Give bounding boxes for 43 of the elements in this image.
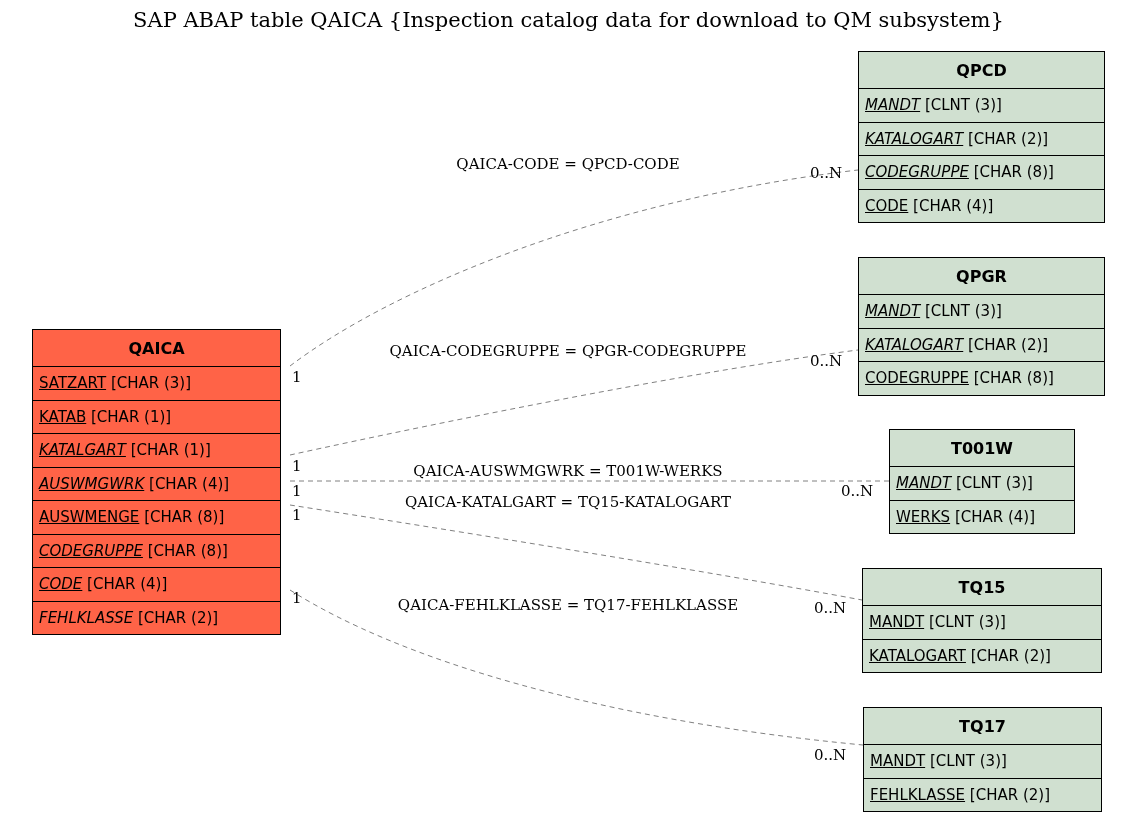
relation-label: QAICA-FEHLKLASSE = TQ17-FEHLKLASSE bbox=[397, 596, 739, 614]
cardinality-label: 1 bbox=[292, 589, 302, 607]
field-label: CODEGRUPPE [CHAR (8)] bbox=[865, 369, 1054, 388]
field-label: CODEGRUPPE [CHAR (8)] bbox=[865, 163, 1054, 182]
cardinality-label: 0..N bbox=[809, 352, 843, 370]
cardinality-label: 1 bbox=[292, 457, 302, 475]
field-label: CODE [CHAR (4)] bbox=[39, 575, 168, 594]
field-label: KATALGART [CHAR (1)] bbox=[39, 441, 211, 460]
field-label: MANDT [CLNT (3)] bbox=[865, 96, 1002, 115]
relation-label: QAICA-KATALGART = TQ15-KATALOGART bbox=[404, 493, 732, 511]
cardinality-label: 1 bbox=[292, 368, 302, 386]
field-label: SATZART [CHAR (3)] bbox=[39, 374, 192, 393]
cardinality-label: 0..N bbox=[813, 599, 847, 617]
table-name: T001W bbox=[890, 430, 1074, 467]
field-label: FEHLKLASSE [CHAR (2)] bbox=[39, 608, 219, 627]
field-label: MANDT [CLNT (3)] bbox=[896, 474, 1033, 493]
field-label: AUSWMENGE [CHAR (8)] bbox=[39, 508, 225, 527]
table-name: TQ17 bbox=[864, 708, 1101, 745]
table-name: TQ15 bbox=[863, 569, 1101, 606]
field-label: MANDT [CLNT (3)] bbox=[870, 752, 1007, 771]
field-label: FEHLKLASSE [CHAR (2)] bbox=[870, 785, 1050, 804]
cardinality-label: 0..N bbox=[809, 164, 843, 182]
table-name: QAICA bbox=[33, 330, 280, 367]
field-label: KATALOGART [CHAR (2)] bbox=[869, 646, 1051, 665]
field-label: MANDT [CLNT (3)] bbox=[869, 613, 1006, 632]
relation-label: QAICA-AUSWMGWRK = T001W-WERKS bbox=[413, 462, 723, 480]
field-label: WERKS [CHAR (4)] bbox=[896, 507, 1036, 526]
table-name: QPGR bbox=[859, 258, 1104, 295]
relation-label: QAICA-CODE = QPCD-CODE bbox=[456, 155, 680, 173]
relation-label: QAICA-CODEGRUPPE = QPGR-CODEGRUPPE bbox=[389, 342, 747, 360]
field-label: KATALOGART [CHAR (2)] bbox=[865, 335, 1049, 354]
field-label: KATAB [CHAR (1)] bbox=[39, 407, 172, 426]
field-label: CODEGRUPPE [CHAR (8)] bbox=[39, 541, 228, 560]
field-label: CODE [CHAR (4)] bbox=[865, 196, 994, 215]
cardinality-label: 0..N bbox=[840, 482, 874, 500]
table-name: QPCD bbox=[859, 52, 1104, 89]
field-label: AUSWMGWRK [CHAR (4)] bbox=[39, 474, 230, 493]
field-label: MANDT [CLNT (3)] bbox=[865, 302, 1002, 321]
cardinality-label: 1 bbox=[292, 506, 302, 524]
diagram-title: SAP ABAP table QAICA {Inspection catalog data for download to QM subsystem} bbox=[132, 8, 1005, 32]
cardinality-label: 1 bbox=[292, 482, 302, 500]
field-label: KATALOGART [CHAR (2)] bbox=[865, 129, 1049, 148]
cardinality-label: 0..N bbox=[813, 746, 847, 764]
